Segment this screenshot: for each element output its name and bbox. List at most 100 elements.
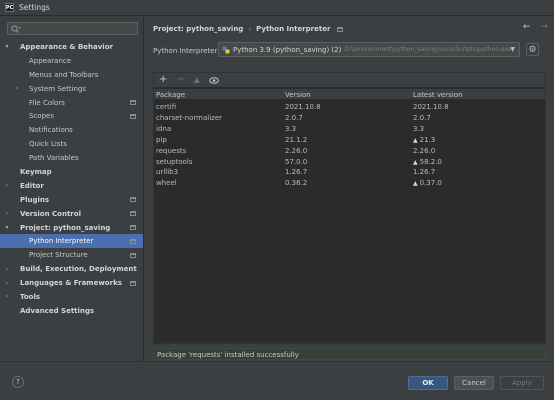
add-package-icon[interactable]: +: [159, 75, 167, 85]
package-latest-version-text: 1.26.7: [413, 168, 436, 177]
table-row[interactable]: pip 21.1.2 ▲ 21.3: [154, 135, 545, 145]
package-latest-version-text: 2.26.0: [413, 146, 436, 155]
package-name-text: setuptools: [156, 157, 193, 166]
sidebar-item[interactable]: Path Variables: [0, 151, 143, 165]
interpreter-path: D:\environment\python_saving\venv\Script…: [344, 46, 512, 53]
sidebar-item[interactable]: › Version Control: [0, 207, 143, 221]
remove-package-icon[interactable]: −: [176, 75, 184, 85]
sidebar-item[interactable]: Appearance: [0, 54, 143, 68]
breadcrumb-page: Python Interpreter: [256, 25, 331, 33]
help-button[interactable]: ?: [12, 376, 24, 388]
table-row[interactable]: idna 3.3 3.3: [154, 124, 545, 134]
sidebar-item[interactable]: › System Settings: [0, 82, 143, 96]
package-name-text: urllib3: [156, 168, 179, 177]
settings-sidebar: ▾ Appearance & Behavior Appearance Menus an…: [0, 17, 144, 361]
sidebar-item[interactable]: › Languages & Frameworks: [0, 276, 143, 290]
upgrade-available-icon: ▲: [413, 180, 418, 188]
chevron-down-icon: ▼: [510, 46, 515, 53]
table-row[interactable]: charset-normalizer 2.0.7 2.0.7: [154, 113, 545, 123]
chevron-right-icon[interactable]: ›: [3, 210, 11, 217]
package-name: wheel: [156, 179, 177, 187]
chevron-right-icon[interactable]: ›: [3, 293, 11, 300]
sidebar-item[interactable]: › Tools: [0, 290, 143, 304]
package-version: 3.3: [285, 125, 296, 133]
settings-search-box[interactable]: [7, 22, 138, 35]
project-settings-icon: [337, 26, 344, 32]
settings-search-input[interactable]: [24, 24, 132, 33]
package-name-text: certifi: [156, 103, 177, 111]
project-scope-icon: [130, 280, 136, 286]
search-icon: [11, 25, 21, 33]
packages-panel: + − ▲ Package Version Latest version cer…: [153, 72, 546, 344]
sidebar-item[interactable]: Scopes: [0, 109, 143, 123]
sidebar-item[interactable]: Python Interpreter: [0, 234, 143, 249]
sidebar-item-label: System Settings: [29, 84, 87, 93]
chevron-right-icon[interactable]: ›: [3, 182, 11, 189]
python-icon: [222, 46, 230, 53]
show-early-releases-eye-icon[interactable]: [209, 76, 219, 84]
package-version: 2.26.0: [285, 147, 307, 155]
sidebar-item[interactable]: Quick Lists: [0, 137, 143, 151]
sidebar-item[interactable]: › Build, Execution, Deployment: [0, 262, 143, 276]
sidebar-item[interactable]: Notifications: [0, 123, 143, 137]
breadcrumb: Project: python_saving › Python Interpre…: [153, 23, 344, 35]
chevron-right-icon[interactable]: ›: [3, 280, 11, 287]
ok-button[interactable]: OK: [408, 376, 448, 390]
column-header-version[interactable]: Version: [285, 91, 311, 99]
cancel-button[interactable]: Cancel: [454, 376, 494, 390]
table-row[interactable]: wheel 0.36.2 ▲ 0.37.0: [154, 178, 545, 188]
table-row[interactable]: urllib3 1.26.7 1.26.7: [154, 167, 545, 177]
forward-arrow-icon[interactable]: →: [540, 23, 548, 32]
package-version-text: 1.26.7: [285, 168, 308, 177]
project-scope-icon: [130, 113, 136, 119]
navigation-arrows: ← →: [523, 23, 548, 32]
sidebar-item-label: Quick Lists: [29, 140, 67, 149]
sidebar-item[interactable]: Plugins: [0, 193, 143, 207]
package-version: 0.36.2: [285, 179, 307, 187]
package-name: charset-normalizer: [156, 114, 222, 122]
package-latest-version: ▲ 21.3: [413, 136, 435, 144]
package-latest-version-text: 3.3: [413, 124, 425, 133]
sidebar-item-label: Build, Execution, Deployment: [20, 265, 137, 274]
sidebar-item[interactable]: Keymap: [0, 165, 143, 179]
package-name-text: pip: [156, 135, 167, 144]
package-version: 21.1.2: [285, 136, 307, 144]
sidebar-item[interactable]: Project Structure: [0, 248, 143, 262]
back-arrow-icon[interactable]: ←: [523, 23, 531, 32]
sidebar-item-label: Editor: [20, 181, 44, 190]
sidebar-item[interactable]: File Colors: [0, 96, 143, 110]
chevron-down-icon[interactable]: ▾: [3, 224, 11, 231]
project-scope-icon: [130, 238, 136, 244]
dialog-footer: ? OK Cancel Apply: [0, 361, 554, 400]
table-row[interactable]: setuptools 57.0.0 ▲ 58.2.0: [154, 157, 545, 167]
project-scope-icon: [130, 225, 136, 231]
sidebar-item[interactable]: ▾ Project: python_saving: [0, 221, 143, 235]
sidebar-item-label: File Colors: [29, 98, 65, 107]
package-name: certifi: [156, 103, 176, 111]
sidebar-item[interactable]: ▾ Appearance & Behavior: [0, 40, 143, 54]
package-latest-version: 1.26.7: [413, 168, 435, 176]
python-interpreter-panel: Project: python_saving › Python Interpre…: [145, 17, 554, 361]
sidebar-item-label: Notifications: [29, 126, 73, 135]
sidebar-item[interactable]: Menus and Toolbars: [0, 68, 143, 82]
sidebar-item[interactable]: › Editor: [0, 179, 143, 193]
sidebar-item-label: Scopes: [29, 112, 54, 121]
interpreter-settings-gear-icon[interactable]: ⚙: [526, 43, 539, 56]
project-scope-icon: [130, 197, 136, 203]
sidebar-item[interactable]: Advanced Settings: [0, 304, 143, 318]
title-bar: PC Settings: [0, 0, 554, 16]
apply-button[interactable]: Apply: [500, 376, 544, 390]
sidebar-item-label: Path Variables: [29, 154, 79, 163]
table-row[interactable]: certifi 2021.10.8 2021.10.8: [154, 102, 545, 112]
chevron-right-icon[interactable]: ›: [3, 266, 11, 273]
chevron-right-icon[interactable]: ›: [13, 85, 21, 92]
column-header-package[interactable]: Package: [156, 91, 185, 99]
chevron-down-icon[interactable]: ▾: [3, 43, 11, 50]
interpreter-dropdown[interactable]: Python 3.9 (python_saving) (2) D:\enviro…: [218, 42, 520, 57]
upgrade-package-icon[interactable]: ▲: [194, 75, 200, 85]
table-row[interactable]: requests 2.26.0 2.26.0: [154, 146, 545, 156]
package-latest-version: 2.26.0: [413, 147, 435, 155]
package-latest-version-text: 2021.10.8: [413, 103, 449, 111]
column-header-latest-version[interactable]: Latest version: [413, 91, 463, 99]
package-latest-version-text: 0.37.0: [419, 179, 442, 188]
